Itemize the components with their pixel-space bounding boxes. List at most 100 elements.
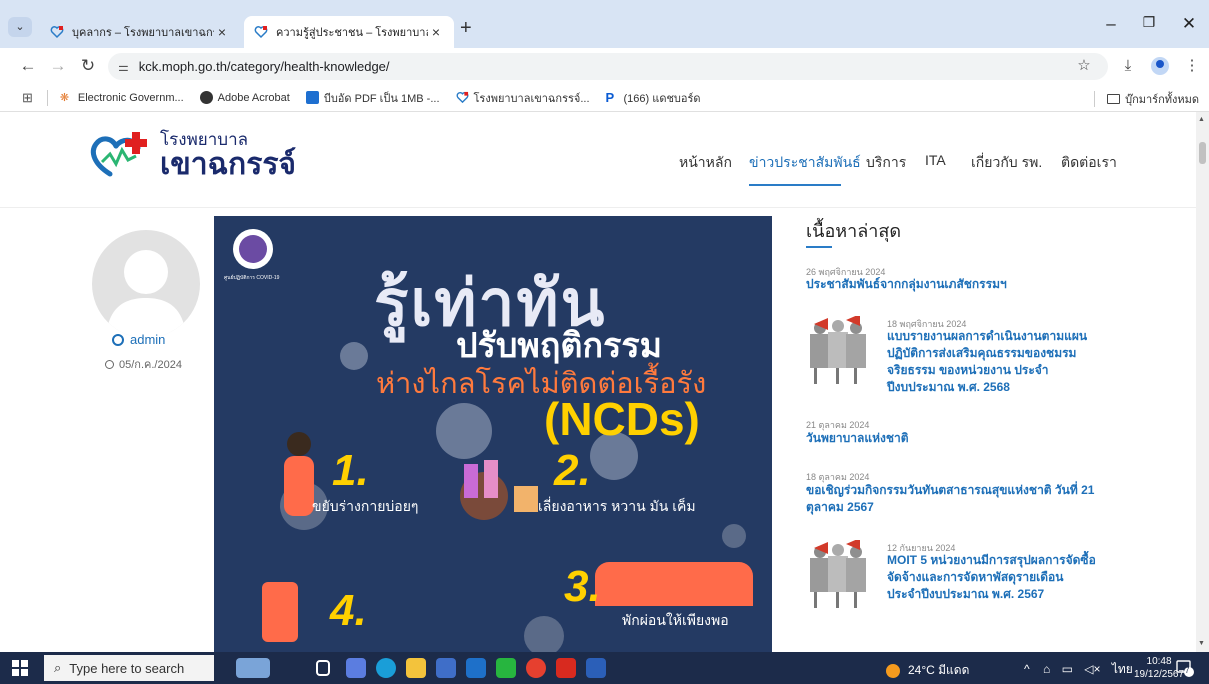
covid-center-badge bbox=[233, 229, 273, 269]
copilot-icon[interactable] bbox=[346, 658, 366, 678]
latest-item-link[interactable]: ประชาสัมพันธ์จากกลุ่มงานเภสัชกรรมฯ bbox=[806, 276, 1106, 293]
scroll-down-icon[interactable]: ▼ bbox=[1198, 640, 1205, 647]
address-bar[interactable]: ⚌ kck.moph.go.th/category/health-knowled… bbox=[108, 53, 1108, 80]
sun-icon bbox=[886, 663, 900, 678]
file-explorer-icon[interactable] bbox=[406, 658, 426, 678]
tab-search-button[interactable]: ⌄ bbox=[8, 17, 32, 37]
edge-icon[interactable] bbox=[376, 658, 396, 678]
taskbar-search[interactable]: ⌕ Type here to search bbox=[44, 655, 214, 681]
volume-muted-icon[interactable]: ◁× bbox=[1084, 662, 1100, 676]
step-2-number: 2. bbox=[554, 446, 591, 495]
outlook-icon[interactable] bbox=[466, 658, 486, 678]
windows-taskbar: ⌕ Type here to search 24°C มีแดด ^ ⌂ ▭ ◁… bbox=[0, 652, 1209, 684]
step-4-number: 4. bbox=[330, 586, 367, 635]
task-view-icon[interactable] bbox=[316, 660, 330, 676]
search-icon: ⌕ bbox=[54, 660, 62, 675]
bookmark-label: (166) แดชบอร์ด bbox=[623, 92, 701, 105]
word-icon[interactable] bbox=[586, 658, 606, 678]
hospital-logo-icon bbox=[90, 132, 147, 177]
author-link[interactable]: admin bbox=[112, 332, 165, 347]
minimize-button[interactable]: – bbox=[1096, 14, 1126, 34]
tab-staff[interactable]: บุคลากร – โรงพยาบาลเขาฉกรรจ์ × bbox=[40, 16, 240, 48]
bookmark-hospital[interactable]: โรงพยาบาลเขาฉกรรจ์... bbox=[456, 89, 590, 107]
bookmark-acrobat[interactable]: Adobe Acrobat bbox=[199, 91, 290, 104]
search-placeholder: Type here to search bbox=[69, 660, 185, 676]
close-window-button[interactable]: ✕ bbox=[1174, 14, 1204, 34]
download-icon[interactable]: ⤓ bbox=[1116, 54, 1140, 78]
post-date-text: 05/ก.ค./2024 bbox=[119, 359, 182, 371]
step-3-number: 3. bbox=[564, 562, 601, 611]
divider bbox=[1094, 91, 1096, 107]
language-indicator[interactable]: ไทย bbox=[1112, 662, 1133, 676]
bookmark-star-icon[interactable]: ☆ bbox=[1072, 54, 1096, 78]
news-widget-icon[interactable] bbox=[236, 658, 270, 678]
tab-health-knowledge[interactable]: ความรู้สู่ประชาชน – โรงพยาบาลเขาฉ × bbox=[244, 16, 454, 48]
restore-button[interactable]: ❐ bbox=[1134, 14, 1164, 31]
scroll-up-icon[interactable]: ▲ bbox=[1198, 116, 1205, 123]
bookmark-dashboard[interactable]: P (166) แดชบอร์ด bbox=[606, 89, 701, 107]
acrobat-icon bbox=[199, 91, 213, 104]
hero-image[interactable]: ศูนย์ปฏิบัติการ COVID-19 รู้เท่าทัน ปรับ… bbox=[214, 216, 772, 652]
clock-icon bbox=[105, 359, 114, 369]
url-text: kck.moph.go.th/category/health-knowledge… bbox=[138, 59, 390, 74]
new-tab-button[interactable]: + bbox=[460, 18, 472, 38]
latest-item-link[interactable]: แบบรายงานผลการดำเนินงานตามแผนปฏิบัติการส… bbox=[887, 328, 1097, 396]
nav-services[interactable]: บริการ bbox=[866, 152, 906, 174]
latest-item-link[interactable]: ขอเชิญร่วมกิจกรรมวันทันตสาธารณสุขแห่งชาต… bbox=[806, 482, 1106, 516]
back-button[interactable]: ← bbox=[16, 54, 40, 78]
title-underline bbox=[806, 246, 832, 248]
hospital-heart-icon bbox=[50, 26, 64, 39]
acrobat-reader-icon[interactable] bbox=[556, 658, 576, 678]
close-icon[interactable]: × bbox=[214, 24, 230, 40]
latest-content-title: เนื้อหาล่าสุด bbox=[806, 221, 902, 241]
reload-button[interactable]: ↻ bbox=[76, 54, 100, 78]
compress-icon bbox=[305, 91, 319, 104]
site-logo[interactable]: โรงพยาบาล เขาฉกรรจ์ bbox=[88, 130, 296, 180]
network-icon[interactable]: ⌂ bbox=[1043, 662, 1050, 676]
line-icon[interactable] bbox=[496, 658, 516, 678]
web-page: โรงพยาบาล เขาฉกรรจ์ หน้าหลัก ข่าวประชาสั… bbox=[0, 112, 1196, 652]
post-date: 05/ก.ค./2024 bbox=[105, 355, 182, 373]
close-icon[interactable]: × bbox=[428, 24, 444, 40]
bookmark-compress-pdf[interactable]: บีบอัด PDF เป็น 1MB -... bbox=[305, 89, 440, 107]
all-bookmarks[interactable]: บุ๊กมาร์กทั้งหมด bbox=[1094, 90, 1199, 108]
windows-start-icon[interactable] bbox=[12, 660, 28, 676]
display-icon[interactable]: ▭ bbox=[1062, 662, 1073, 676]
latest-item-link[interactable]: MOIT 5 หน่วยงานมีการสรุปผลการจัดซื้อจัดจ… bbox=[887, 552, 1097, 603]
nav-home[interactable]: หน้าหลัก bbox=[679, 152, 732, 174]
store-icon[interactable] bbox=[436, 658, 456, 678]
weather-widget[interactable]: 24°C มีแดด bbox=[886, 661, 969, 680]
nav-about[interactable]: เกี่ยวกับ รพ. bbox=[971, 152, 1042, 174]
scrollbar-thumb[interactable] bbox=[1199, 142, 1206, 164]
more-menu-icon[interactable]: ⋮ bbox=[1180, 54, 1204, 78]
apps-grid-icon[interactable]: ⊞ bbox=[22, 90, 33, 106]
hospital-heart-icon bbox=[456, 91, 468, 104]
chevron-up-icon[interactable]: ^ bbox=[1024, 662, 1030, 676]
nav-contact[interactable]: ติดต่อเรา bbox=[1061, 152, 1117, 174]
step-1-number: 1. bbox=[332, 446, 369, 495]
forward-button[interactable]: → bbox=[46, 54, 70, 78]
hero-line4: (NCDs) bbox=[544, 393, 700, 445]
bookmark-egov[interactable]: ❋ Electronic Governm... bbox=[59, 91, 184, 105]
profile-avatar[interactable] bbox=[1151, 57, 1169, 75]
author-avatar bbox=[92, 230, 200, 338]
tab-strip: ⌄ บุคลากร – โรงพยาบาลเขาฉกรรจ์ × ความรู้… bbox=[0, 0, 1209, 48]
megaphone-people-thumbnail[interactable] bbox=[806, 540, 874, 608]
active-nav-indicator bbox=[749, 184, 841, 186]
chrome-icon[interactable] bbox=[526, 658, 546, 678]
egov-icon: ❋ bbox=[59, 92, 70, 104]
badge-text: ศูนย์ปฏิบัติการ COVID-19 bbox=[224, 275, 280, 281]
divider bbox=[46, 89, 48, 106]
nav-news[interactable]: ข่าวประชาสัมพันธ์ bbox=[749, 152, 861, 174]
browser-toolbar: ← → ↻ ⚌ kck.moph.go.th/category/health-k… bbox=[0, 48, 1209, 84]
page-scrollbar[interactable]: ▲ ▼ bbox=[1196, 112, 1209, 652]
latest-item-link[interactable]: วันพยาบาลแห่งชาติ bbox=[806, 430, 1106, 447]
megaphone-people-thumbnail[interactable] bbox=[806, 316, 874, 384]
bookmark-label: Electronic Governm... bbox=[77, 91, 184, 104]
nav-ita[interactable]: ITA bbox=[925, 152, 946, 168]
author-name: admin bbox=[130, 332, 166, 347]
logo-small-text: โรงพยาบาล bbox=[160, 129, 249, 149]
site-info-icon[interactable]: ⚌ bbox=[118, 60, 129, 74]
folder-icon bbox=[1107, 94, 1121, 104]
bookmark-label: Adobe Acrobat bbox=[217, 91, 290, 104]
